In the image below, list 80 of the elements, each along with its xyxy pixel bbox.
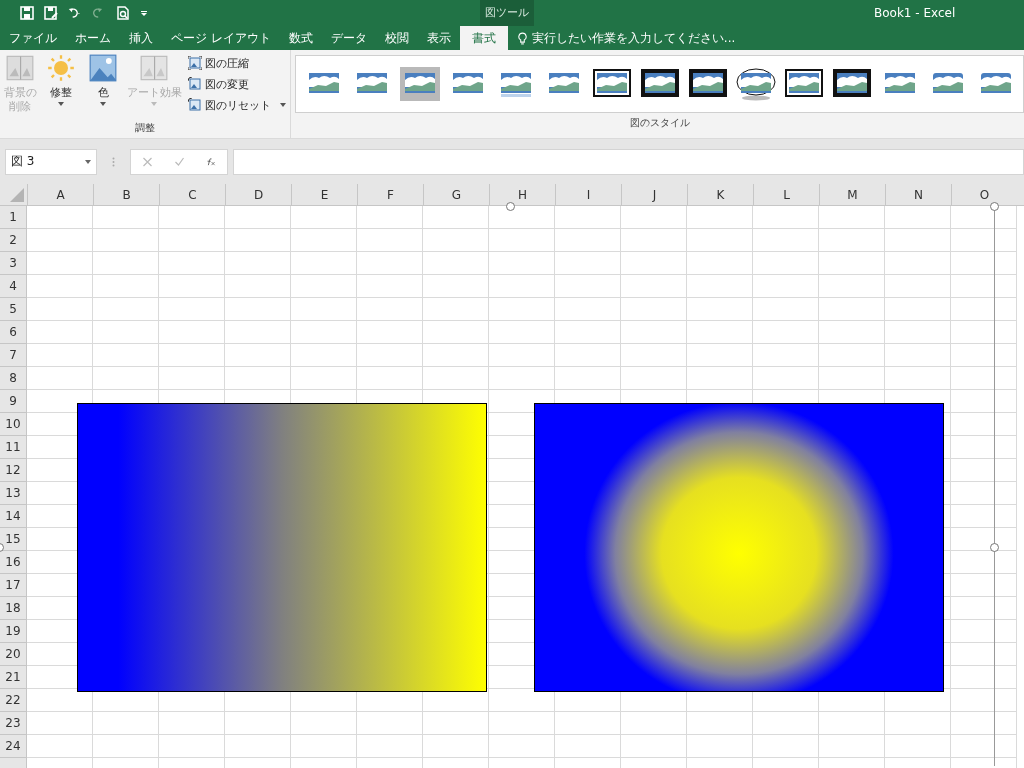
column-header[interactable]: M xyxy=(819,184,885,205)
ribbon-button[interactable]: 色 xyxy=(82,54,124,118)
resize-handle[interactable] xyxy=(990,202,999,211)
function-icon[interactable] xyxy=(205,156,217,167)
grip-icon xyxy=(112,156,115,167)
triangle-icon xyxy=(10,188,24,202)
print-preview-icon[interactable] xyxy=(116,6,130,20)
picture-style-icon[interactable] xyxy=(736,67,776,101)
sun-icon xyxy=(47,54,75,82)
name-box[interactable]: 図 3 xyxy=(5,148,97,175)
row-header[interactable]: 13 xyxy=(0,482,26,505)
ribbon-button[interactable]: 修整 xyxy=(40,54,82,118)
column-header[interactable]: F xyxy=(357,184,423,205)
row-header[interactable]: 17 xyxy=(0,574,26,597)
column-header[interactable]: N xyxy=(885,184,951,205)
ribbon-tab[interactable]: 表示 xyxy=(417,26,460,50)
row-header[interactable]: 12 xyxy=(0,459,26,482)
ribbon-button[interactable]: 図のリセット xyxy=(188,96,286,114)
image-icon xyxy=(188,77,202,91)
ribbon-tab[interactable]: 書式 xyxy=(459,26,508,50)
row-header[interactable]: 21 xyxy=(0,666,26,689)
resize-handle[interactable] xyxy=(506,202,515,211)
row-header[interactable]: 4 xyxy=(0,275,26,298)
ribbon-tab[interactable]: 数式 xyxy=(279,26,322,50)
ribbon-tab[interactable]: ファイル xyxy=(0,26,66,50)
ribbon-tab[interactable]: 校閲 xyxy=(375,26,418,50)
ribbon-tab[interactable]: ホーム xyxy=(66,26,120,50)
row-header[interactable]: 19 xyxy=(0,620,26,643)
image-icon xyxy=(188,56,202,70)
row-header[interactable]: 10 xyxy=(0,413,26,436)
row-header[interactable]: 16 xyxy=(0,551,26,574)
formula-input[interactable] xyxy=(233,148,1024,175)
row-header[interactable]: 2 xyxy=(0,229,26,252)
row-header[interactable]: 8 xyxy=(0,367,26,390)
tell-me-field[interactable]: 実行したい作業を入力してください... xyxy=(517,26,736,50)
group-label: 図のスタイル xyxy=(628,116,691,130)
column-header[interactable]: D xyxy=(225,184,291,205)
column-header[interactable]: K xyxy=(687,184,753,205)
ribbon-tab[interactable]: ページ レイアウト xyxy=(162,26,280,50)
customize-icon[interactable] xyxy=(140,9,148,17)
undo-icon[interactable] xyxy=(68,6,82,20)
gradient-image[interactable] xyxy=(77,403,487,692)
row-header[interactable]: 3 xyxy=(0,252,26,275)
row-header[interactable]: 23 xyxy=(0,712,26,735)
ribbon-tab[interactable]: 挿入 xyxy=(120,26,162,50)
row-header[interactable]: 20 xyxy=(0,643,26,666)
ribbon-button[interactable]: 図の変更 xyxy=(188,75,286,93)
column-header[interactable]: B xyxy=(93,184,159,205)
column-header[interactable]: J xyxy=(621,184,687,205)
window-title: Book1 - Excel xyxy=(874,6,956,20)
column-header[interactable]: E xyxy=(291,184,357,205)
row-header[interactable]: 6 xyxy=(0,321,26,344)
row-header[interactable]: 24 xyxy=(0,735,26,758)
image-icon xyxy=(89,54,117,82)
column-header[interactable]: G xyxy=(423,184,489,205)
row-header[interactable]: 11 xyxy=(0,436,26,459)
column-header[interactable]: I xyxy=(555,184,621,205)
column-header[interactable]: C xyxy=(159,184,225,205)
ribbon-button[interactable]: 図の圧縮 xyxy=(188,54,286,72)
ribbon-tab[interactable]: データ xyxy=(321,26,376,50)
lightbulb-icon xyxy=(517,31,527,45)
row-header[interactable]: 14 xyxy=(0,505,26,528)
group-label: 調整 xyxy=(134,121,156,135)
row-header[interactable]: 22 xyxy=(0,689,26,712)
picture-split-icon xyxy=(6,54,34,82)
save-icon[interactable] xyxy=(20,6,34,20)
row-header[interactable]: 1 xyxy=(0,206,26,229)
picture-split-icon xyxy=(140,54,168,82)
row-header[interactable]: 5 xyxy=(0,298,26,321)
column-header[interactable]: L xyxy=(753,184,819,205)
save-as-icon[interactable] xyxy=(44,6,58,20)
image-icon xyxy=(188,98,202,112)
gradient-image[interactable] xyxy=(534,403,944,692)
caret-icon xyxy=(85,159,91,164)
column-header[interactable]: A xyxy=(27,184,93,205)
row-header[interactable]: 18 xyxy=(0,597,26,620)
row-header[interactable]: 7 xyxy=(0,344,26,367)
row-header[interactable]: 9 xyxy=(0,390,26,413)
resize-handle[interactable] xyxy=(990,543,999,552)
context-tab-label: 図ツール xyxy=(480,0,534,26)
